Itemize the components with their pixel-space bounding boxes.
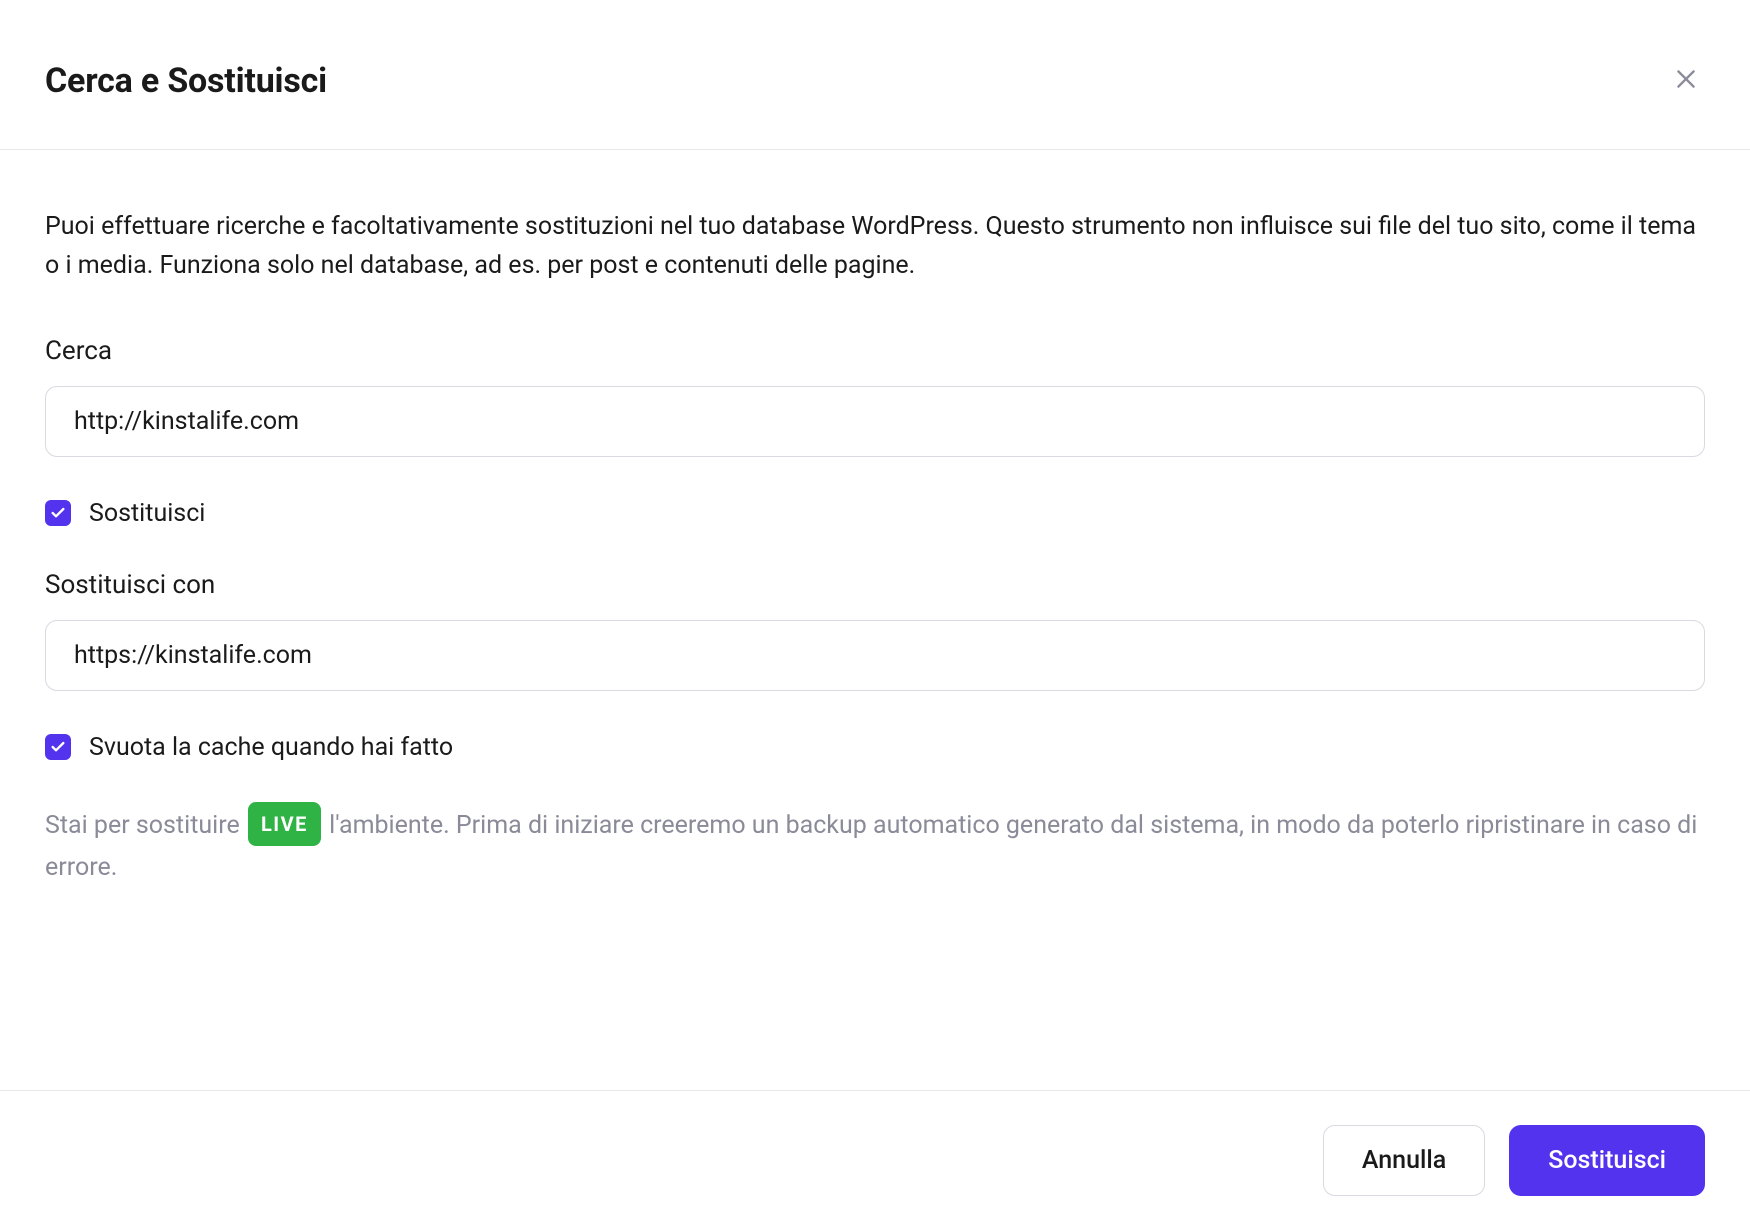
clear-cache-checkbox[interactable] [45,734,71,760]
replace-checkbox-label: Sostituisci [89,499,205,528]
modal-header: Cerca e Sostituisci [0,0,1750,150]
modal-body: Puoi effettuare ricerche e facoltativame… [0,150,1750,1090]
clear-cache-checkbox-row: Svuota la cache quando hai fatto [45,733,1705,762]
modal-title: Cerca e Sostituisci [45,61,327,101]
search-replace-modal: Cerca e Sostituisci Puoi effettuare rice… [0,0,1750,1230]
submit-button[interactable]: Sostituisci [1509,1125,1705,1196]
replace-checkbox[interactable] [45,500,71,526]
search-label: Cerca [45,336,1705,366]
environment-notice: Stai per sostituire LIVE l'ambiente. Pri… [45,804,1705,888]
notice-text-before: Stai per sostituire [45,811,246,840]
close-icon [1673,66,1699,92]
replace-with-label: Sostituisci con [45,570,1705,600]
description-text: Puoi effettuare ricerche e facoltativame… [45,208,1705,286]
modal-footer: Annulla Sostituisci [0,1090,1750,1230]
search-input[interactable] [45,386,1705,457]
replace-with-input[interactable] [45,620,1705,691]
clear-cache-checkbox-label: Svuota la cache quando hai fatto [89,733,453,762]
replace-checkbox-row: Sostituisci [45,499,1705,528]
live-badge: LIVE [248,802,321,846]
close-button[interactable] [1667,60,1705,101]
checkmark-icon [50,739,66,755]
replace-with-field-group: Sostituisci con [45,570,1705,691]
checkmark-icon [50,505,66,521]
cancel-button[interactable]: Annulla [1323,1125,1485,1196]
search-field-group: Cerca [45,336,1705,457]
